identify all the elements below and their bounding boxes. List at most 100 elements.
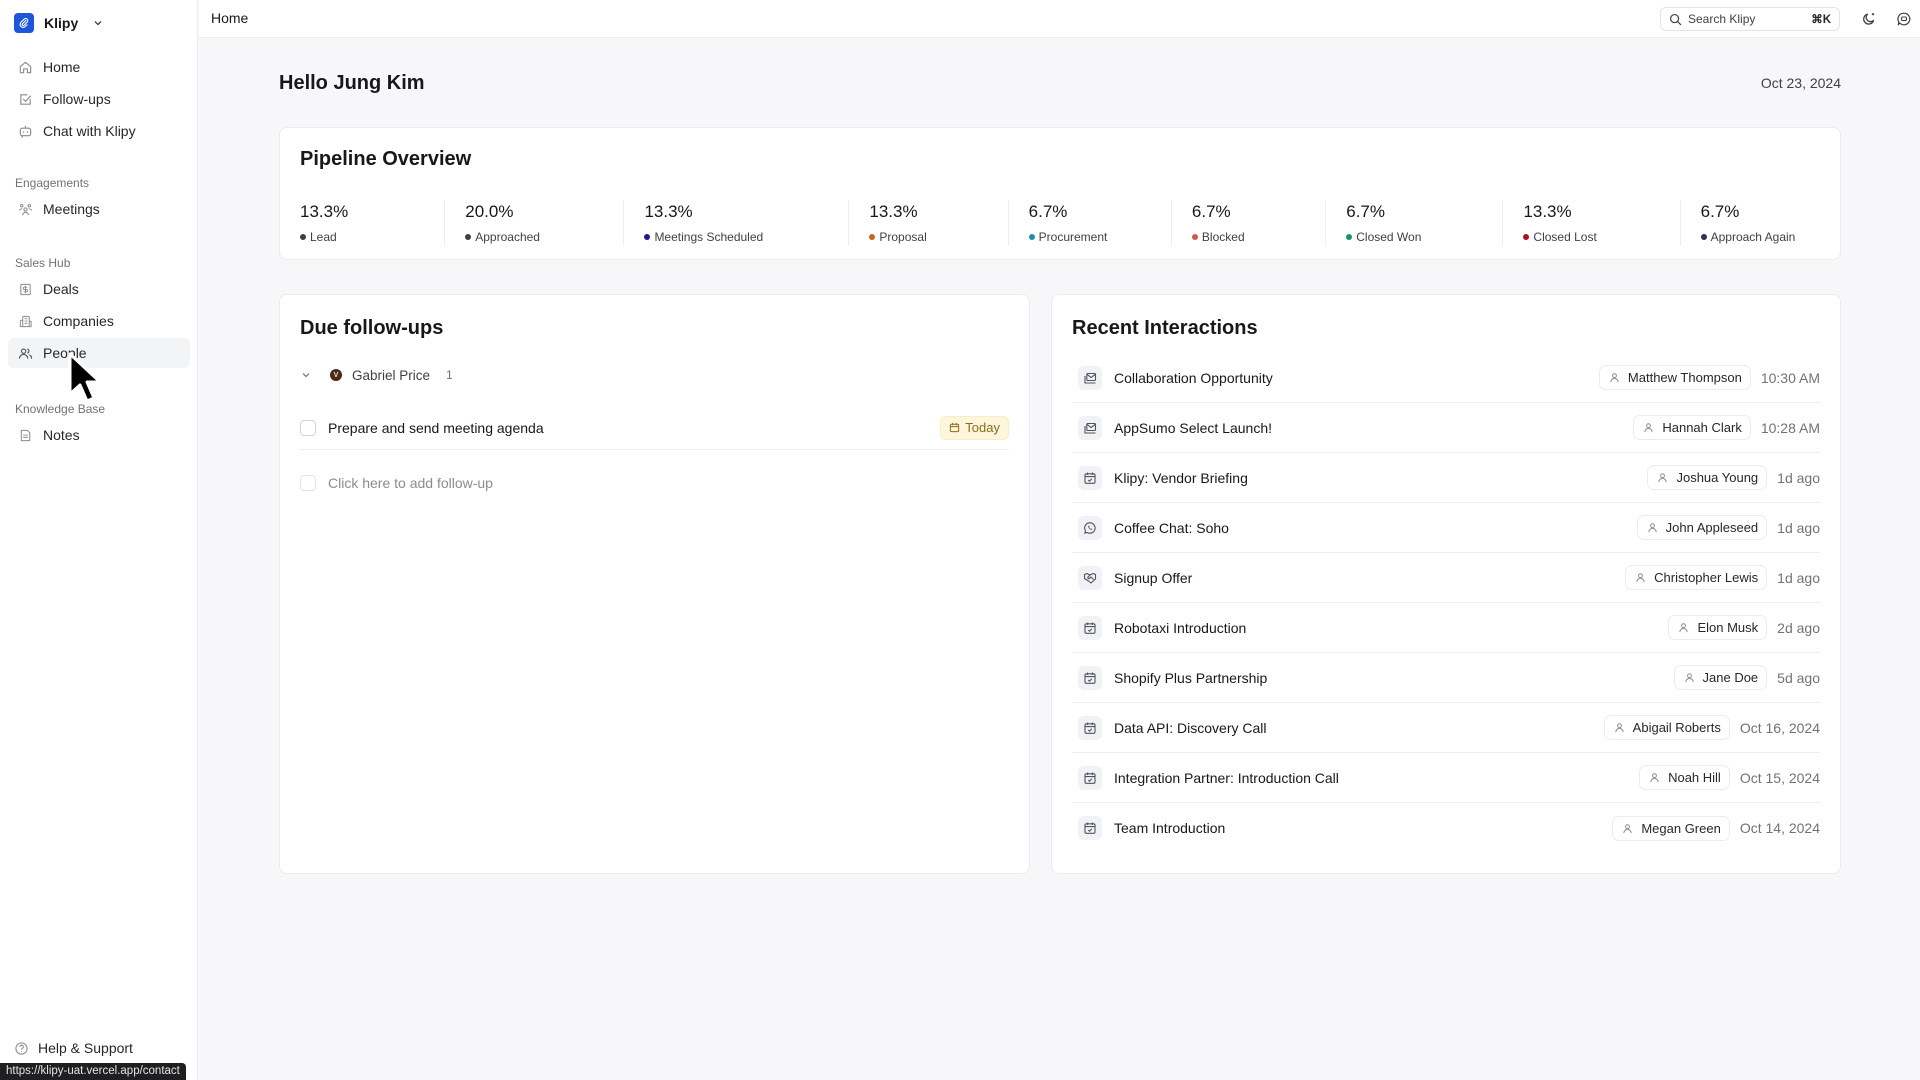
- stage-label: Approach Again: [1700, 230, 1820, 244]
- stage-label: Proposal: [869, 230, 1007, 244]
- person-chip[interactable]: Noah Hill: [1639, 765, 1730, 790]
- followup-task-row[interactable]: Prepare and send meeting agenda Today: [300, 406, 1009, 450]
- followup-group-toggle[interactable]: V Gabriel Price 1: [300, 365, 453, 385]
- stage-color-dot: [1028, 234, 1035, 240]
- person-chip[interactable]: John Appleseed: [1636, 515, 1768, 540]
- person-name: Elon Musk: [1697, 620, 1759, 635]
- recent-interactions-card: Recent Interactions Collaboration Opport…: [1051, 294, 1841, 874]
- whatsapp-icon: [1078, 515, 1102, 540]
- interaction-row[interactable]: Collaboration Opportunity Matthew Thompso…: [1072, 353, 1820, 403]
- calendar-check-icon: [1078, 465, 1102, 490]
- followups-title: Due follow-ups: [300, 317, 444, 339]
- calendar-check-icon: [1078, 816, 1102, 840]
- pipeline-stage[interactable]: 20.0% Approached: [445, 200, 625, 246]
- user-icon: [1636, 573, 1645, 583]
- stage-color-dot: [1346, 234, 1353, 240]
- search-shortcut: ⌘K: [1811, 14, 1831, 26]
- task-checkbox[interactable]: [300, 419, 316, 436]
- person-name: John Appleseed: [1665, 520, 1759, 535]
- sidebar-item-chat-with-klipy[interactable]: Chat with Klipy: [8, 116, 190, 146]
- add-followup-row[interactable]: Click here to add follow-up: [300, 461, 1009, 505]
- sidebar-item-companies[interactable]: Companies: [8, 306, 190, 336]
- person-name: Matthew Thompson: [1627, 370, 1742, 385]
- person-chip[interactable]: Elon Musk: [1668, 615, 1768, 640]
- interaction-row[interactable]: Integration Partner: Introduction Call No…: [1072, 753, 1820, 803]
- search-input[interactable]: Search Klipy ⌘K: [1660, 7, 1840, 31]
- note-icon: [20, 429, 31, 441]
- chat-button[interactable]: [1894, 9, 1914, 29]
- new-task-checkbox: [300, 475, 316, 491]
- interaction-row[interactable]: Data API: Discovery Call Abigail Roberts O…: [1072, 703, 1820, 753]
- interaction-title: Signup Offer: [1114, 569, 1193, 586]
- person-chip[interactable]: Megan Green: [1612, 815, 1730, 841]
- interaction-row[interactable]: Klipy: Vendor Briefing Joshua Young 1d ago: [1072, 453, 1820, 503]
- pipeline-stage[interactable]: 6.7% Blocked: [1172, 200, 1327, 246]
- help-support-link[interactable]: Help & Support: [14, 1040, 133, 1056]
- due-label: Today: [965, 420, 1000, 435]
- add-followup-input[interactable]: Click here to add follow-up: [328, 475, 493, 491]
- sidebar-item-label: Home: [43, 59, 81, 75]
- stage-label: Closed Won: [1346, 230, 1502, 244]
- interaction-row[interactable]: Signup Offer Christopher Lewis 1d ago: [1072, 553, 1820, 603]
- theme-toggle-button[interactable]: [1859, 9, 1879, 29]
- interaction-time: 10:28 AM: [1760, 419, 1820, 436]
- sidebar-item-label: Notes: [43, 427, 80, 443]
- person-name: Christopher Lewis: [1654, 570, 1759, 585]
- person-chip[interactable]: Matthew Thompson: [1598, 365, 1751, 390]
- followup-group-count: 1: [446, 368, 453, 382]
- pipeline-stage[interactable]: 13.3% Meetings Scheduled: [624, 200, 850, 246]
- link-status-tooltip: https://klipy-uat.vercel.app/contact: [0, 1063, 186, 1080]
- stage-percentage: 6.7%: [1346, 202, 1385, 221]
- pipeline-stage[interactable]: 6.7% Procurement: [1009, 200, 1172, 246]
- bot-icon: [19, 125, 32, 138]
- stage-name: Closed Won: [1356, 230, 1422, 244]
- user-icon: [1615, 723, 1624, 733]
- stage-label: Blocked: [1191, 230, 1325, 244]
- pipeline-stage[interactable]: 6.7% Approach Again: [1681, 200, 1820, 246]
- stage-color-dot: [1523, 234, 1530, 240]
- top-bar: Home Search Klipy ⌘K: [199, 0, 1920, 38]
- sidebar-item-follow-ups[interactable]: Follow-ups: [8, 84, 190, 114]
- stage-percentage: 13.3%: [644, 202, 693, 221]
- stage-color-dot: [1191, 234, 1198, 240]
- sidebar-item-deals[interactable]: Deals: [8, 274, 190, 304]
- person-chip[interactable]: Joshua Young: [1647, 465, 1768, 490]
- chat-bubble-icon: [1897, 12, 1911, 26]
- person-chip[interactable]: Christopher Lewis: [1625, 565, 1768, 590]
- task-text: Prepare and send meeting agenda: [328, 419, 544, 436]
- pipeline-stage[interactable]: 13.3% Lead: [300, 200, 446, 246]
- sidebar: Klipy Home Follow-ups Chat with Klipy En…: [0, 0, 198, 1080]
- calendar-check-icon: [1078, 665, 1102, 690]
- interaction-time: 5d ago: [1777, 669, 1820, 686]
- home-icon: [19, 61, 32, 73]
- person-chip[interactable]: Hannah Clark: [1633, 415, 1751, 440]
- person-chip[interactable]: Jane Doe: [1673, 665, 1768, 690]
- pipeline-stage[interactable]: 6.7% Closed Won: [1326, 200, 1504, 246]
- user-icon: [1679, 623, 1689, 633]
- pipeline-stage[interactable]: 13.3% Closed Lost: [1503, 200, 1681, 246]
- nav-section-label: Sales Hub: [15, 256, 71, 270]
- interaction-title: Team Introduction: [1114, 820, 1226, 836]
- sidebar-item-people[interactable]: People: [8, 338, 190, 368]
- interaction-time: 2d ago: [1777, 619, 1820, 636]
- person-chip[interactable]: Abigail Roberts: [1603, 715, 1730, 740]
- sidebar-item-notes[interactable]: Notes: [8, 420, 190, 450]
- avatar: V: [330, 369, 342, 381]
- stage-percentage: 13.3%: [869, 202, 918, 221]
- interaction-row[interactable]: Coffee Chat: Soho John Appleseed 1d ago: [1072, 503, 1820, 553]
- stage-name: Procurement: [1038, 230, 1108, 244]
- interaction-row[interactable]: AppSumo Select Launch! Hannah Clark 10:28 …: [1072, 403, 1820, 453]
- sidebar-item-home[interactable]: Home: [8, 52, 190, 82]
- interaction-row[interactable]: Shopify Plus Partnership Jane Doe 5d ago: [1072, 653, 1820, 703]
- interaction-row[interactable]: Robotaxi Introduction Elon Musk 2d ago: [1072, 603, 1820, 653]
- interaction-title: Klipy: Vendor Briefing: [1114, 469, 1248, 486]
- person-name: Jane Doe: [1702, 670, 1759, 685]
- sidebar-item-meetings[interactable]: Meetings: [8, 194, 190, 224]
- klipy-logo-icon: [14, 13, 34, 33]
- interaction-row[interactable]: Team Introduction Megan Green Oct 14, 2024: [1072, 803, 1820, 853]
- stage-label: Closed Lost: [1523, 230, 1679, 244]
- stage-color-dot: [300, 234, 306, 240]
- workspace-switcher[interactable]: Klipy: [14, 13, 104, 33]
- pipeline-stage[interactable]: 13.3% Proposal: [849, 200, 1009, 246]
- interaction-time: 10:30 AM: [1760, 369, 1820, 386]
